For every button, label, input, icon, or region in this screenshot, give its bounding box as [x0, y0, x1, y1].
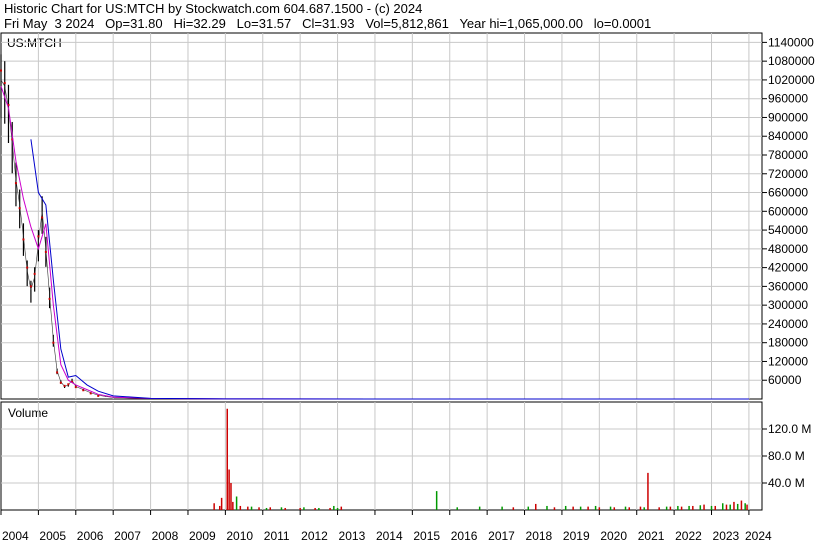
close-mark: [22, 238, 25, 241]
close-mark: [74, 386, 77, 389]
price-panel-title: US:MTCH: [7, 36, 62, 50]
price-y-tick-label: 240000: [768, 317, 808, 331]
close-mark: [89, 392, 92, 395]
close-mark: [67, 383, 70, 386]
close-mark: [82, 389, 85, 392]
close-mark: [41, 216, 44, 219]
header-title: Historic Chart for US:MTCH by Stockwatch…: [4, 1, 423, 16]
price-y-tick-label: 420000: [768, 261, 808, 275]
close-mark: [18, 207, 21, 210]
price-y-tick-label: 1080000: [768, 54, 815, 68]
x-tick-label: 2020: [600, 529, 627, 543]
price-y-tick-label: 180000: [768, 336, 808, 350]
price-y-tick-label: 480000: [768, 242, 808, 256]
volume-y-axis: 120.0 M 80.0 M 40.0 M: [762, 422, 811, 490]
close-mark: [48, 297, 51, 300]
price-y-tick-label: 840000: [768, 129, 808, 143]
chart-canvas: US:MTCH Volume 1140000 1080000 1020000 9600…: [0, 32, 815, 543]
close-mark: [63, 384, 66, 387]
close-mark: [56, 371, 59, 374]
header-quote: Fri May 3 2024 Op=31.80 Hi=32.29 Lo=31.5…: [4, 16, 652, 31]
x-tick-label: 2021: [638, 529, 665, 543]
price-y-tick-label: 720000: [768, 167, 808, 181]
price-y-axis: 1140000 1080000 1020000 960000 900000 840000 7…: [762, 35, 815, 387]
volume-y-tick-label: 120.0 M: [768, 422, 811, 436]
close-mark: [14, 182, 17, 185]
price-y-tick-label: 1020000: [768, 73, 815, 87]
x-tick-label: 2005: [39, 529, 66, 543]
x-tick-label: 2013: [339, 529, 366, 543]
price-y-tick-label: 300000: [768, 298, 808, 312]
close-mark: [59, 381, 62, 384]
x-tick-label: 2023: [713, 529, 740, 543]
x-tick-label: 2016: [451, 529, 478, 543]
x-tick-label: 2010: [226, 529, 253, 543]
x-tick-label: 2011: [264, 529, 290, 543]
chart-header: Historic Chart for US:MTCH by Stockwatch…: [4, 1, 651, 31]
close-mark: [3, 82, 6, 85]
price-y-tick-label: 60000: [768, 373, 802, 387]
x-tick-label: 2008: [152, 529, 179, 543]
close-mark: [33, 272, 36, 275]
close-mark: [97, 394, 100, 397]
x-tick-label: 2007: [114, 529, 141, 543]
volume-y-tick-label: 40.0 M: [768, 476, 805, 490]
price-y-tick-label: 660000: [768, 186, 808, 200]
price-panel: [0, 32, 763, 400]
x-tick-label: 2022: [675, 529, 702, 543]
price-y-tick-label: 960000: [768, 92, 808, 106]
x-tick-label: 2012: [301, 529, 328, 543]
x-tick-label: 2004: [2, 529, 29, 543]
close-mark: [37, 235, 40, 238]
price-y-tick-label: 900000: [768, 110, 808, 124]
price-y-tick-label: 1140000: [768, 35, 814, 49]
x-tick-label: 2019: [563, 529, 590, 543]
volume-panel-title: Volume: [8, 406, 48, 420]
x-tick-label: 2024: [745, 529, 772, 543]
price-y-tick-label: 600000: [768, 204, 808, 218]
price-y-tick-label: 120000: [768, 354, 808, 368]
price-y-tick-label: 360000: [768, 279, 808, 293]
close-mark: [29, 285, 32, 288]
close-mark: [26, 266, 29, 269]
x-tick-label: 2014: [376, 529, 403, 543]
price-y-tick-label: 780000: [768, 148, 808, 162]
x-tick-label: 2006: [77, 529, 104, 543]
volume-y-tick-label: 80.0 M: [768, 449, 805, 463]
close-mark: [44, 250, 47, 253]
close-mark: [0, 69, 2, 72]
x-axis: 2004 2005 2006 2007 2008 2009 2010 2011 2012 2013…: [0, 510, 772, 543]
close-mark: [52, 341, 55, 344]
x-tick-label: 2015: [413, 529, 440, 543]
x-tick-label: 2017: [488, 529, 515, 543]
x-tick-label: 2009: [189, 529, 216, 543]
price-y-tick-label: 540000: [768, 223, 808, 237]
x-tick-label: 2018: [526, 529, 553, 543]
